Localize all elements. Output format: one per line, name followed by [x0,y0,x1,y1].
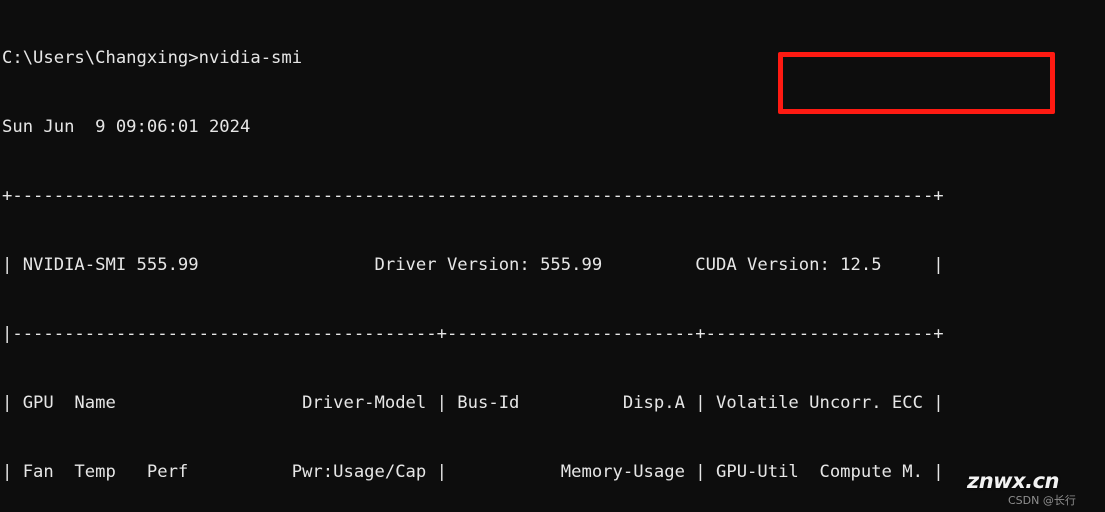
timestamp-line: Sun Jun 9 09:06:01 2024 [2,117,251,137]
smi-version-line: | NVIDIA-SMI 555.99 Driver Version: 555.… [2,255,944,275]
terminal-window[interactable]: C:\Users\Changxing>nvidia-smi Sun Jun 9 … [0,0,1105,512]
prompt-line: C:\Users\Changxing>nvidia-smi [2,48,303,68]
smi-divider-1: |---------------------------------------… [2,324,944,344]
gpu-header-row-2: | Fan Temp Perf Pwr:Usage/Cap | Memory-U… [2,462,944,482]
console-output: C:\Users\Changxing>nvidia-smi Sun Jun 9 … [2,1,944,512]
smi-top-border: +---------------------------------------… [2,186,944,206]
gpu-header-row-1: | GPU Name Driver-Model | Bus-Id Disp.A … [2,393,944,413]
watermark-secondary: CSDN @长行 [1008,494,1076,507]
